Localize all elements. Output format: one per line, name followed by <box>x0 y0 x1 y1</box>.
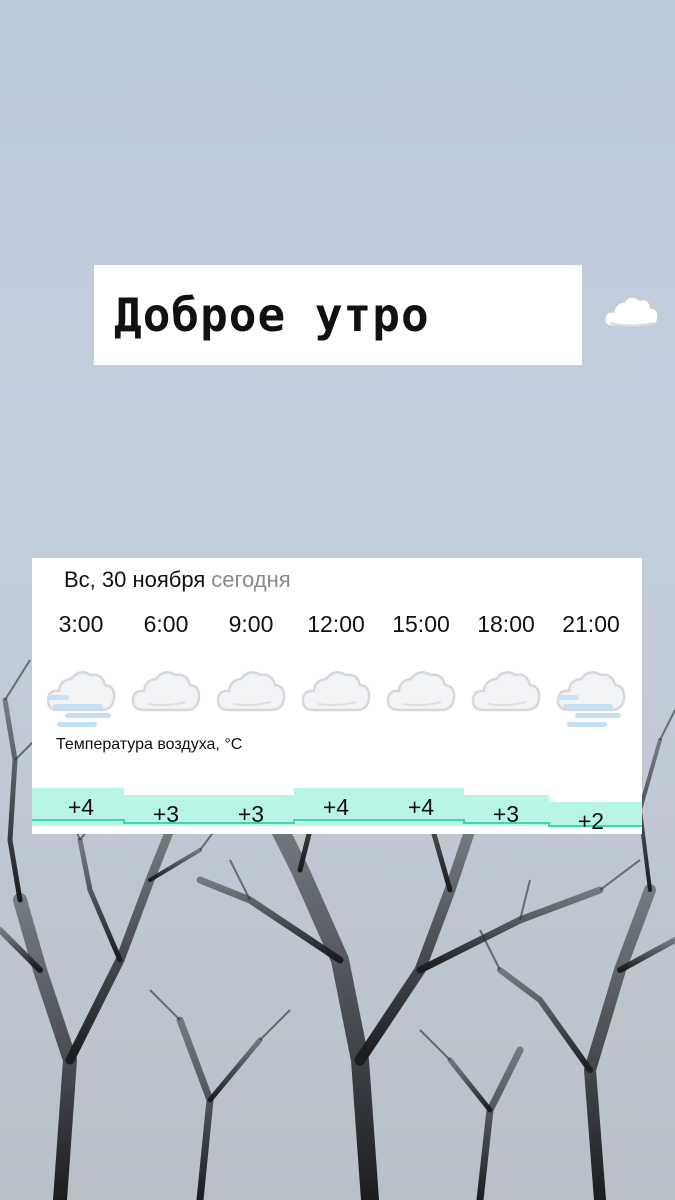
hour-label: 3:00 <box>58 611 104 637</box>
temperature-value: +4 <box>407 794 435 820</box>
hour-label: 15:00 <box>392 611 450 637</box>
today-label: сегодня <box>211 567 291 592</box>
temperature-value: +4 <box>67 794 95 820</box>
greeting-text: Доброе утро <box>114 288 430 342</box>
temperature-value: +2 <box>577 808 605 834</box>
fog-cloud-icon <box>556 671 626 727</box>
hour-label: 6:00 <box>143 611 189 637</box>
temperature-value: +3 <box>492 801 520 827</box>
fog-cloud-icon <box>46 671 116 727</box>
temperature-caption: Температура воздуха, °C <box>56 736 243 753</box>
cloud-icon <box>131 671 201 712</box>
cloud-icon <box>604 296 659 327</box>
forecast-date: Вс, 30 ноября <box>64 567 206 592</box>
forecast-card: Вс, 30 ноября сегодня 3:00 6:00 9:00 12:0… <box>32 558 642 834</box>
hour-label: 21:00 <box>562 611 620 637</box>
forecast-date-line: Вс, 30 ноября сегодня <box>64 567 291 593</box>
hour-label: 9:00 <box>228 611 274 637</box>
cloud-icon <box>386 671 456 712</box>
hour-label: 18:00 <box>477 611 535 637</box>
cloud-icon <box>471 671 541 712</box>
temperature-value: +3 <box>152 801 180 827</box>
cloud-icon <box>216 671 286 712</box>
cloud-icon <box>301 671 371 712</box>
hour-label: 12:00 <box>307 611 365 637</box>
greeting-banner: Доброе утро <box>94 265 659 365</box>
temperature-value: +4 <box>322 794 350 820</box>
temperature-value: +3 <box>237 801 265 827</box>
